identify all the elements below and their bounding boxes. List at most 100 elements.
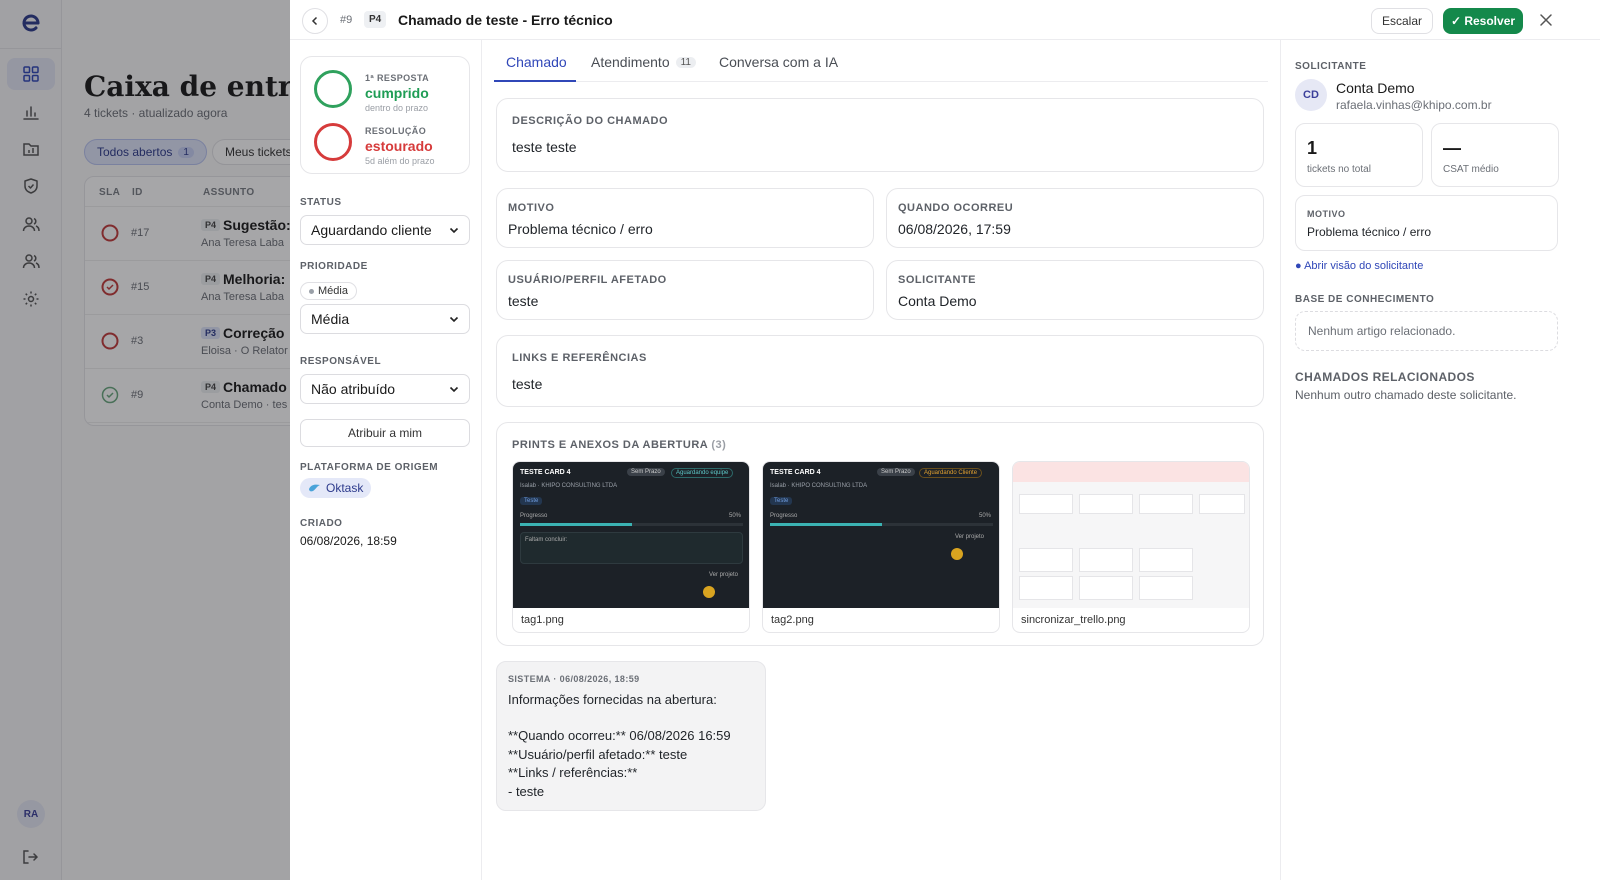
preview-status: Aguardando Cliente — [919, 468, 983, 478]
sla-value: estourado — [365, 138, 433, 154]
preview-list-item — [1019, 548, 1073, 572]
back-button[interactable] — [302, 8, 328, 34]
tab-conversa-ia[interactable]: Conversa com a IA — [719, 54, 838, 70]
oktask-logo-icon — [309, 484, 320, 492]
knowledge-base-empty: Nenhum artigo relacionado. — [1295, 311, 1558, 351]
preview-pending-label: Faltam concluir: — [525, 537, 568, 543]
preview-pending-box: Faltam concluir: — [520, 532, 743, 564]
card-label: LINKS E REFERÊNCIAS — [512, 352, 647, 364]
stat-label: CSAT médio — [1443, 164, 1499, 175]
stat-number: 1 — [1307, 138, 1318, 158]
stat-number: — — [1443, 138, 1461, 158]
status-label: STATUS — [300, 197, 342, 208]
sla-note: 5d além do prazo — [365, 156, 435, 166]
preview-stat-box — [1199, 494, 1245, 514]
ticket-content: Chamado Atendimento 11 Conversa com a IA … — [482, 40, 1280, 880]
requester-sidebar: SOLICITANTE CD Conta Demo rafaela.vinhas… — [1280, 40, 1600, 880]
platform-chip: Oktask — [300, 478, 372, 498]
motivo-card: MOTIVO Problema técnico / erro — [496, 188, 874, 248]
chevron-down-icon — [449, 227, 459, 234]
stat-csat: — CSAT médio — [1431, 123, 1559, 187]
preview-list-item — [1139, 548, 1193, 572]
preview-tag: Teste — [770, 497, 793, 505]
attachments-label: PRINTS E ANEXOS DA ABERTURA — [512, 439, 708, 451]
chevron-left-icon — [311, 16, 318, 26]
close-icon[interactable] — [1538, 12, 1554, 28]
preview-progress-label: Progresso — [770, 513, 798, 519]
motivo-value: Problema técnico / erro — [1307, 225, 1432, 239]
preview-list-item — [1019, 576, 1073, 600]
responsible-value: Não atribuído — [311, 381, 396, 397]
platform-label: PLATAFORMA DE ORIGEM — [300, 462, 439, 473]
priority-value: Média — [311, 311, 350, 327]
responsible-select[interactable]: Não atribuído — [300, 374, 470, 404]
requester-card: SOLICITANTE Conta Demo — [886, 260, 1264, 320]
description-text: teste teste — [512, 139, 577, 155]
ticket-drawer: #9 P4 Chamado de teste - Erro técnico Es… — [290, 0, 1600, 880]
priority-chip: Média — [300, 282, 357, 300]
card-label: DESCRIÇÃO DO CHAMADO — [512, 115, 669, 127]
requester-motivo-card: MOTIVO Problema técnico / erro — [1295, 195, 1558, 251]
priority-badge: P4 — [364, 11, 387, 28]
ticket-title: Chamado de teste - Erro técnico — [398, 12, 613, 28]
assign-to-me-button[interactable]: Atribuir a mim — [300, 419, 470, 447]
preview-progress-fill — [520, 523, 632, 526]
status-value: Aguardando cliente — [311, 222, 432, 238]
message-line: **Links / referências:** — [508, 765, 638, 780]
when-value: 06/08/2026, 17:59 — [898, 221, 1011, 237]
tab-chamado[interactable]: Chamado — [506, 54, 567, 70]
preview-avatar — [951, 548, 963, 560]
priority-select[interactable]: Média — [300, 304, 470, 334]
attachment-thumbnail[interactable]: sincronizar_trello.png — [1012, 461, 1250, 633]
preview-card-title: TESTE CARD 4 — [770, 469, 821, 476]
card-label: SOLICITANTE — [898, 274, 977, 286]
preview-deadline: Sem Prazo — [877, 468, 915, 476]
preview-tag: Teste — [520, 497, 543, 505]
knowledge-base-label: BASE DE CONHECIMENTO — [1295, 294, 1435, 305]
related-tickets-label: CHAMADOS RELACIONADOS — [1295, 370, 1475, 384]
tab-atendimento[interactable]: Atendimento 11 — [591, 54, 696, 70]
attachment-thumbnail[interactable]: TESTE CARD 4 Sem Prazo Aguardando equipe… — [512, 461, 750, 633]
message-line: - teste — [508, 784, 545, 799]
links-value: teste — [512, 376, 543, 392]
preview-avatar — [703, 586, 715, 598]
attachment-filename: sincronizar_trello.png — [1021, 614, 1126, 626]
preview-header-bar — [1013, 462, 1249, 482]
attachments-card: PRINTS E ANEXOS DA ABERTURA (3) TESTE CA… — [496, 422, 1264, 646]
message-line: Informações fornecidas na abertura: — [508, 692, 717, 707]
preview-list-item — [1079, 548, 1133, 572]
modal-backdrop[interactable] — [0, 0, 290, 880]
card-label: QUANDO OCORREU — [898, 202, 1014, 214]
preview-list-item — [1079, 576, 1133, 600]
drawer-header: #9 P4 Chamado de teste - Erro técnico Es… — [290, 0, 1600, 40]
tab-label: Chamado — [506, 54, 567, 70]
attachment-filename: tag1.png — [521, 614, 564, 626]
card-label: USUÁRIO/PERFIL AFETADO — [508, 274, 667, 286]
attachment-thumbnail[interactable]: TESTE CARD 4 Sem Prazo Aguardando Client… — [762, 461, 1000, 633]
escalate-button[interactable]: Escalar — [1371, 8, 1433, 34]
resolve-button[interactable]: ✓ Resolver — [1443, 8, 1523, 34]
open-requester-view-link[interactable]: ● Abrir visão do solicitante — [1295, 260, 1423, 272]
attachment-preview: TESTE CARD 4 Sem Prazo Aguardando Client… — [763, 462, 999, 608]
system-message: SISTEMA · 06/08/2026, 18:59 Informações … — [496, 661, 766, 811]
priority-chip-label: Média — [318, 285, 348, 297]
preview-link: Ver projeto — [955, 534, 985, 540]
tab-count-badge: 11 — [675, 56, 696, 68]
priority-label: PRIORIDADE — [300, 261, 368, 272]
preview-progress-track — [770, 523, 993, 526]
card-label: MOTIVO — [508, 202, 555, 214]
card-label: MOTIVO — [1307, 209, 1346, 219]
message-line: **Quando ocorreu:** 06/08/2026 16:59 — [508, 728, 731, 743]
tab-bar: Chamado Atendimento 11 Conversa com a IA — [494, 40, 1268, 82]
ticket-number: #9 — [340, 14, 353, 26]
sla-resolution: RESOLUÇÃO estourado 5d além do prazo — [313, 122, 463, 166]
links-card: LINKS E REFERÊNCIAS teste — [496, 335, 1264, 407]
preview-link: Ver projeto — [709, 572, 739, 578]
preview-deadline: Sem Prazo — [627, 468, 665, 476]
preview-stat-box — [1019, 494, 1073, 514]
active-tab-indicator — [494, 80, 576, 82]
attachment-preview — [1013, 462, 1249, 608]
requester-avatar: CD — [1295, 79, 1327, 111]
status-select[interactable]: Aguardando cliente — [300, 215, 470, 245]
attachment-filename: tag2.png — [771, 614, 814, 626]
